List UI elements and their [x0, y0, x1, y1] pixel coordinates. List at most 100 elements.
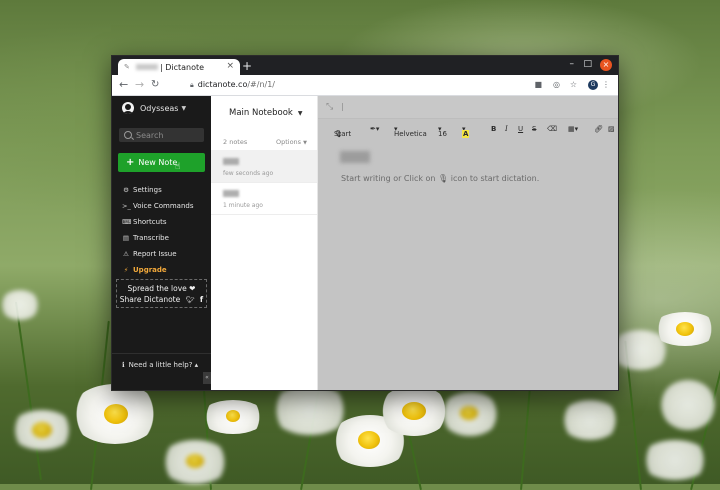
close-window-button[interactable]: × — [600, 59, 612, 71]
note-heading-redacted — [340, 151, 370, 163]
sidebar-item-settings[interactable]: ⚙ Settings — [122, 182, 193, 198]
divider — [342, 103, 343, 111]
bolt-icon: ⚡ — [123, 266, 129, 274]
font-family-select[interactable]: Helvetica ▾ — [394, 125, 427, 138]
editor-header: ⤡ — [318, 96, 618, 119]
bold-button[interactable]: B — [491, 125, 496, 133]
reload-icon[interactable]: ↻ — [151, 78, 159, 92]
options-label: Options — [275, 138, 302, 146]
highlight-icon: A — [462, 130, 470, 138]
sidebar-item-label: Shortcuts — [133, 218, 167, 226]
pencil-favicon-icon: ✎ — [124, 63, 130, 71]
sidebar-item-label: Voice Commands — [133, 202, 194, 210]
maximize-button[interactable]: □ — [583, 59, 592, 69]
expand-icon[interactable]: ⤡ — [326, 102, 333, 112]
eraser-icon[interactable]: ⌫ — [547, 125, 557, 133]
options-dropdown[interactable]: Options ▼ — [276, 138, 307, 146]
extension-icon[interactable]: ◎ — [553, 79, 560, 91]
back-arrow-icon[interactable]: ← — [119, 78, 128, 92]
list-item[interactable]: 1 minute ago — [211, 182, 317, 215]
camera-icon[interactable]: ■ — [534, 79, 542, 91]
spread-love-text: Spread the love ❤ — [127, 284, 196, 293]
note-time: few seconds ago — [223, 170, 274, 177]
bookmark-star-icon[interactable]: ☆ — [570, 79, 577, 91]
user-menu[interactable]: Odysseas ▼ — [122, 102, 186, 114]
user-avatar-icon — [122, 102, 134, 114]
sidebar-item-label: Transcribe — [133, 234, 169, 242]
caret-down-icon: ▼ — [181, 104, 187, 112]
sidebar: Odysseas ▼ Search + New Note ☝ ⚙ Setting… — [112, 96, 211, 390]
highlight-button[interactable]: A ▾ — [462, 125, 470, 138]
strikethrough-button[interactable]: S — [532, 125, 536, 133]
note-title-redacted — [223, 190, 239, 197]
keyboard-icon: ⌨ — [122, 218, 132, 226]
sidebar-item-shortcuts[interactable]: ⌨ Shortcuts — [122, 214, 193, 230]
dictanote-app: Odysseas ▼ Search + New Note ☝ ⚙ Setting… — [112, 96, 618, 390]
sidebar-item-report-issue[interactable]: ⚠ Report Issue — [122, 246, 193, 262]
format-toolbar: 🎙︎ Start ✒▾ Helvetica ▾ 16 ▾ A ▾ B I U S ⌫… — [318, 120, 618, 140]
sidebar-item-label: Settings — [133, 186, 162, 194]
forward-arrow-icon[interactable]: → — [135, 78, 144, 92]
sidebar-item-transcribe[interactable]: ▤ Transcribe — [122, 230, 193, 246]
help-label: Need a little help? ▴ — [128, 361, 199, 369]
notebook-selector[interactable]: Main Notebook ▼ — [229, 108, 302, 118]
note-title-redacted — [223, 158, 239, 165]
menu-kebab-icon[interactable]: ⋮ — [602, 79, 610, 91]
warning-icon: ⚠ — [123, 250, 129, 258]
new-tab-button[interactable]: + — [242, 59, 252, 73]
address-bar[interactable]: 🔒︎ dictanote.co/#/n/1/ — [190, 78, 275, 92]
editor-placeholder: Start writing or Click on 🎙︎ icon to sta… — [341, 174, 539, 183]
placeholder-suffix: icon to start dictation. — [450, 174, 540, 183]
sidebar-divider — [112, 353, 211, 354]
list-item[interactable]: few seconds ago — [211, 150, 317, 183]
tab-title-redacted — [136, 64, 158, 70]
italic-button[interactable]: I — [505, 125, 508, 133]
tab-title: | Dictanote — [160, 62, 205, 72]
editor-pane[interactable]: ⤡ 🎙︎ Start ✒▾ Helvetica ▾ 16 ▾ A ▾ B I U S… — [318, 96, 618, 390]
caret-down-icon: ▼ — [303, 140, 307, 146]
sidebar-item-upgrade[interactable]: ⚡ Upgrade — [122, 262, 193, 278]
notebook-name: Main Notebook — [229, 108, 293, 118]
browser-toolbar: ← → ↻ 🔒︎ dictanote.co/#/n/1/ ■ ◎ ☆ G ⋮ — [112, 75, 618, 96]
font-family-value: Helvetica — [394, 130, 427, 138]
help-link[interactable]: ℹ Need a little help? ▴ — [122, 361, 198, 369]
sidebar-item-label: Upgrade — [133, 266, 167, 274]
link-icon[interactable]: 🔗︎ — [594, 125, 603, 133]
share-dictanote-text: Share Dictanote — [119, 295, 181, 304]
collapse-sidebar-button[interactable]: « — [203, 372, 211, 384]
notes-count: 2 notes — [223, 138, 248, 146]
placeholder-prefix: Start writing or Click on — [341, 174, 436, 183]
url-host: dictanote.co — [197, 80, 248, 89]
table-icon[interactable]: ▦▾ — [568, 125, 578, 133]
twitter-icon[interactable]: 🐦︎ — [186, 296, 195, 304]
close-tab-icon[interactable]: × — [226, 61, 234, 71]
terminal-icon: >_ — [122, 202, 131, 210]
sidebar-item-label: Report Issue — [133, 250, 177, 258]
font-size-select[interactable]: 16 ▾ — [438, 125, 447, 138]
new-note-label: New Note — [138, 158, 178, 167]
browser-tab-dictanote[interactable]: ✎ | Dictanote × — [118, 59, 240, 75]
note-time: 1 minute ago — [223, 202, 263, 209]
browser-window: ✎ | Dictanote × + – □ × ← → ↻ 🔒︎ dictanot… — [111, 55, 619, 391]
minimize-button[interactable]: – — [570, 59, 575, 69]
plus-icon: + — [126, 157, 135, 168]
image-icon[interactable]: ▨ — [608, 125, 615, 133]
search-placeholder: Search — [136, 130, 164, 140]
underline-button[interactable]: U — [518, 125, 523, 133]
start-label: Start — [334, 130, 352, 138]
lock-icon: 🔒︎ — [190, 81, 194, 89]
sidebar-menu: ⚙ Settings >_ Voice Commands ⌨ Shortcuts… — [122, 182, 193, 278]
search-box[interactable]: Search — [119, 128, 204, 142]
info-icon: ℹ — [122, 361, 125, 369]
search-icon — [124, 131, 132, 139]
new-note-button[interactable]: + New Note ☝ — [118, 153, 205, 172]
profile-avatar[interactable]: G — [588, 80, 598, 90]
facebook-icon[interactable]: f — [200, 295, 203, 304]
gear-icon: ⚙ — [123, 186, 129, 194]
url-path: /#/n/1/ — [247, 80, 275, 89]
hand-cursor-icon: ☝ — [175, 162, 181, 172]
pen-tool-icon[interactable]: ✒▾ — [370, 125, 379, 133]
font-size-value: 16 — [438, 130, 447, 138]
username: Odysseas — [140, 103, 179, 113]
sidebar-item-voice-commands[interactable]: >_ Voice Commands — [122, 198, 193, 214]
